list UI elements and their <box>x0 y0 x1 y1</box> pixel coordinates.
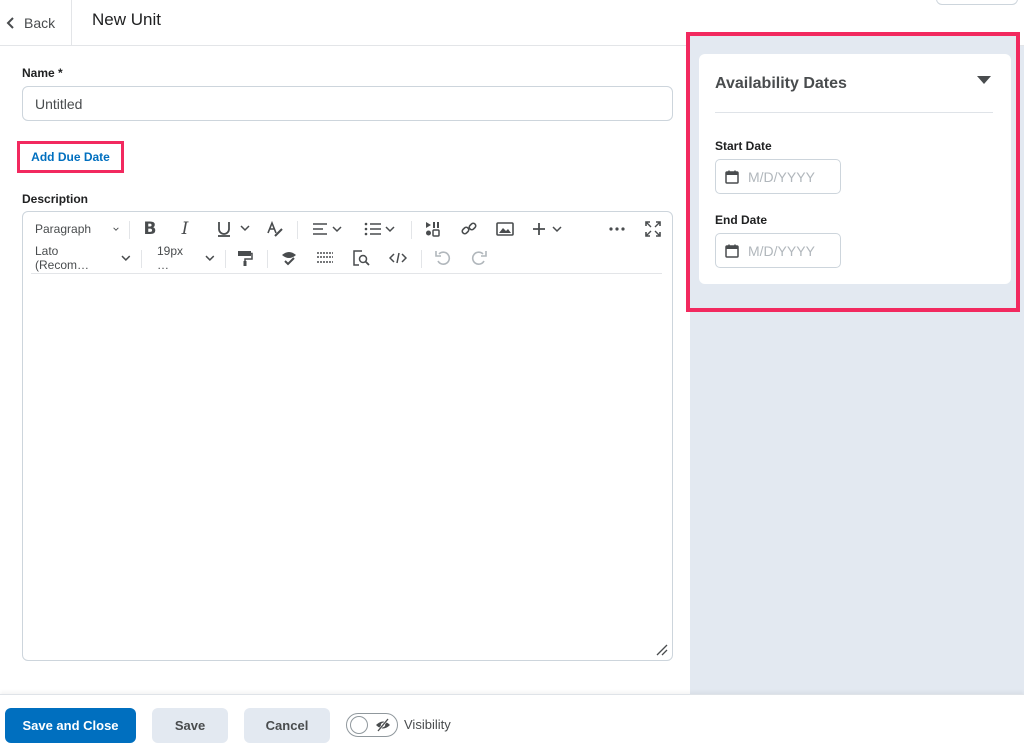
availability-dates-title: Availability Dates <box>715 75 847 92</box>
add-due-date-button[interactable]: Add Due Date <box>17 141 124 173</box>
visibility-label: Visibility <box>404 717 451 732</box>
calendar-icon <box>725 170 739 184</box>
bold-button[interactable]: B <box>139 218 161 240</box>
calendar-icon <box>725 244 739 258</box>
toolbar-separator <box>411 221 412 239</box>
start-date-label: Start Date <box>715 139 772 153</box>
eye-slash-icon <box>376 718 390 732</box>
chevron-down-icon <box>121 255 131 261</box>
name-label: Name * <box>22 66 63 80</box>
availability-dates-card: Availability Dates Start Date M/D/YYYY E… <box>699 54 1011 284</box>
caret-down-icon[interactable] <box>975 74 993 86</box>
font-color-icon <box>267 220 283 237</box>
font-family-select[interactable]: Lato (Recom… <box>31 244 131 272</box>
expand-icon <box>645 221 661 237</box>
start-date-placeholder: M/D/YYYY <box>748 168 815 185</box>
font-size-select-label: 19px … <box>157 244 184 272</box>
insert-more-button[interactable] <box>531 218 567 240</box>
redo-button[interactable] <box>469 247 489 269</box>
editor-toolbar-row-2: Lato (Recom… 19px … <box>31 244 671 272</box>
description-label: Description <box>22 192 89 206</box>
paragraph-select[interactable]: Paragraph <box>31 218 119 240</box>
toolbar-separator <box>129 221 130 239</box>
accessibility-checker-button[interactable] <box>279 247 299 269</box>
editor-content-area[interactable] <box>31 276 665 651</box>
resize-handle-icon[interactable] <box>656 644 668 656</box>
undo-icon <box>435 251 451 265</box>
toggle-knob <box>350 716 368 734</box>
link-icon <box>461 222 477 235</box>
insert-media-button[interactable] <box>423 218 443 240</box>
name-input[interactable] <box>22 86 673 121</box>
top-menu-button[interactable] <box>936 0 1018 5</box>
editor-toolbar-row-1: Paragraph B I <box>31 218 671 240</box>
word-count-icon <box>317 252 333 263</box>
description-editor: Paragraph B I Lato (Recom… 19px … <box>22 211 673 661</box>
footer-bar: Save and Close Save Cancel Visibility <box>0 694 1024 749</box>
save-and-close-button[interactable]: Save and Close <box>5 708 136 743</box>
end-date-input[interactable]: M/D/YYYY <box>715 233 841 268</box>
plus-icon <box>533 223 562 235</box>
toolbar-separator <box>141 250 142 268</box>
back-button[interactable]: Back <box>0 0 72 45</box>
find-replace-icon <box>353 250 370 266</box>
list-button[interactable] <box>363 218 399 240</box>
code-icon <box>389 252 407 264</box>
media-icon <box>426 222 440 237</box>
font-size-select[interactable]: 19px … <box>153 244 215 272</box>
insert-link-button[interactable] <box>459 218 479 240</box>
back-label: Back <box>24 14 56 31</box>
redo-icon <box>471 251 487 265</box>
start-date-input[interactable]: M/D/YYYY <box>715 159 841 194</box>
align-left-icon <box>313 223 342 235</box>
toolbar-separator <box>421 250 422 268</box>
font-family-select-label: Lato (Recom… <box>35 244 90 272</box>
paint-roller-icon <box>238 251 253 266</box>
toolbar-divider <box>31 273 662 274</box>
italic-button[interactable]: I <box>175 218 195 240</box>
underline-button[interactable] <box>215 218 255 240</box>
ellipsis-icon <box>609 227 625 231</box>
undo-button[interactable] <box>433 247 453 269</box>
end-date-label: End Date <box>715 213 768 227</box>
toolbar-separator <box>267 250 268 268</box>
save-button[interactable]: Save <box>152 708 228 743</box>
more-options-button[interactable] <box>607 218 627 240</box>
toolbar-separator <box>297 221 298 239</box>
end-date-placeholder: M/D/YYYY <box>748 242 815 259</box>
toolbar-separator <box>225 250 226 268</box>
fullscreen-button[interactable] <box>643 218 663 240</box>
page-title: New Unit <box>92 10 161 29</box>
chevron-down-icon <box>205 255 215 261</box>
source-code-button[interactable] <box>387 247 409 269</box>
format-painter-button[interactable] <box>235 247 255 269</box>
chevron-left-icon <box>6 16 14 29</box>
insert-image-button[interactable] <box>495 218 515 240</box>
accessibility-check-icon <box>282 252 296 266</box>
chevron-down-icon <box>113 227 119 231</box>
word-count-button[interactable] <box>315 247 335 269</box>
card-divider <box>715 112 993 113</box>
cancel-button[interactable]: Cancel <box>244 708 330 743</box>
paragraph-select-label: Paragraph <box>35 222 92 236</box>
align-button[interactable] <box>311 218 347 240</box>
text-color-button[interactable] <box>265 218 285 240</box>
visibility-toggle[interactable] <box>346 713 398 737</box>
image-icon <box>496 222 514 236</box>
bulleted-list-icon <box>364 222 395 236</box>
underline-icon <box>218 222 250 237</box>
find-replace-button[interactable] <box>351 247 371 269</box>
